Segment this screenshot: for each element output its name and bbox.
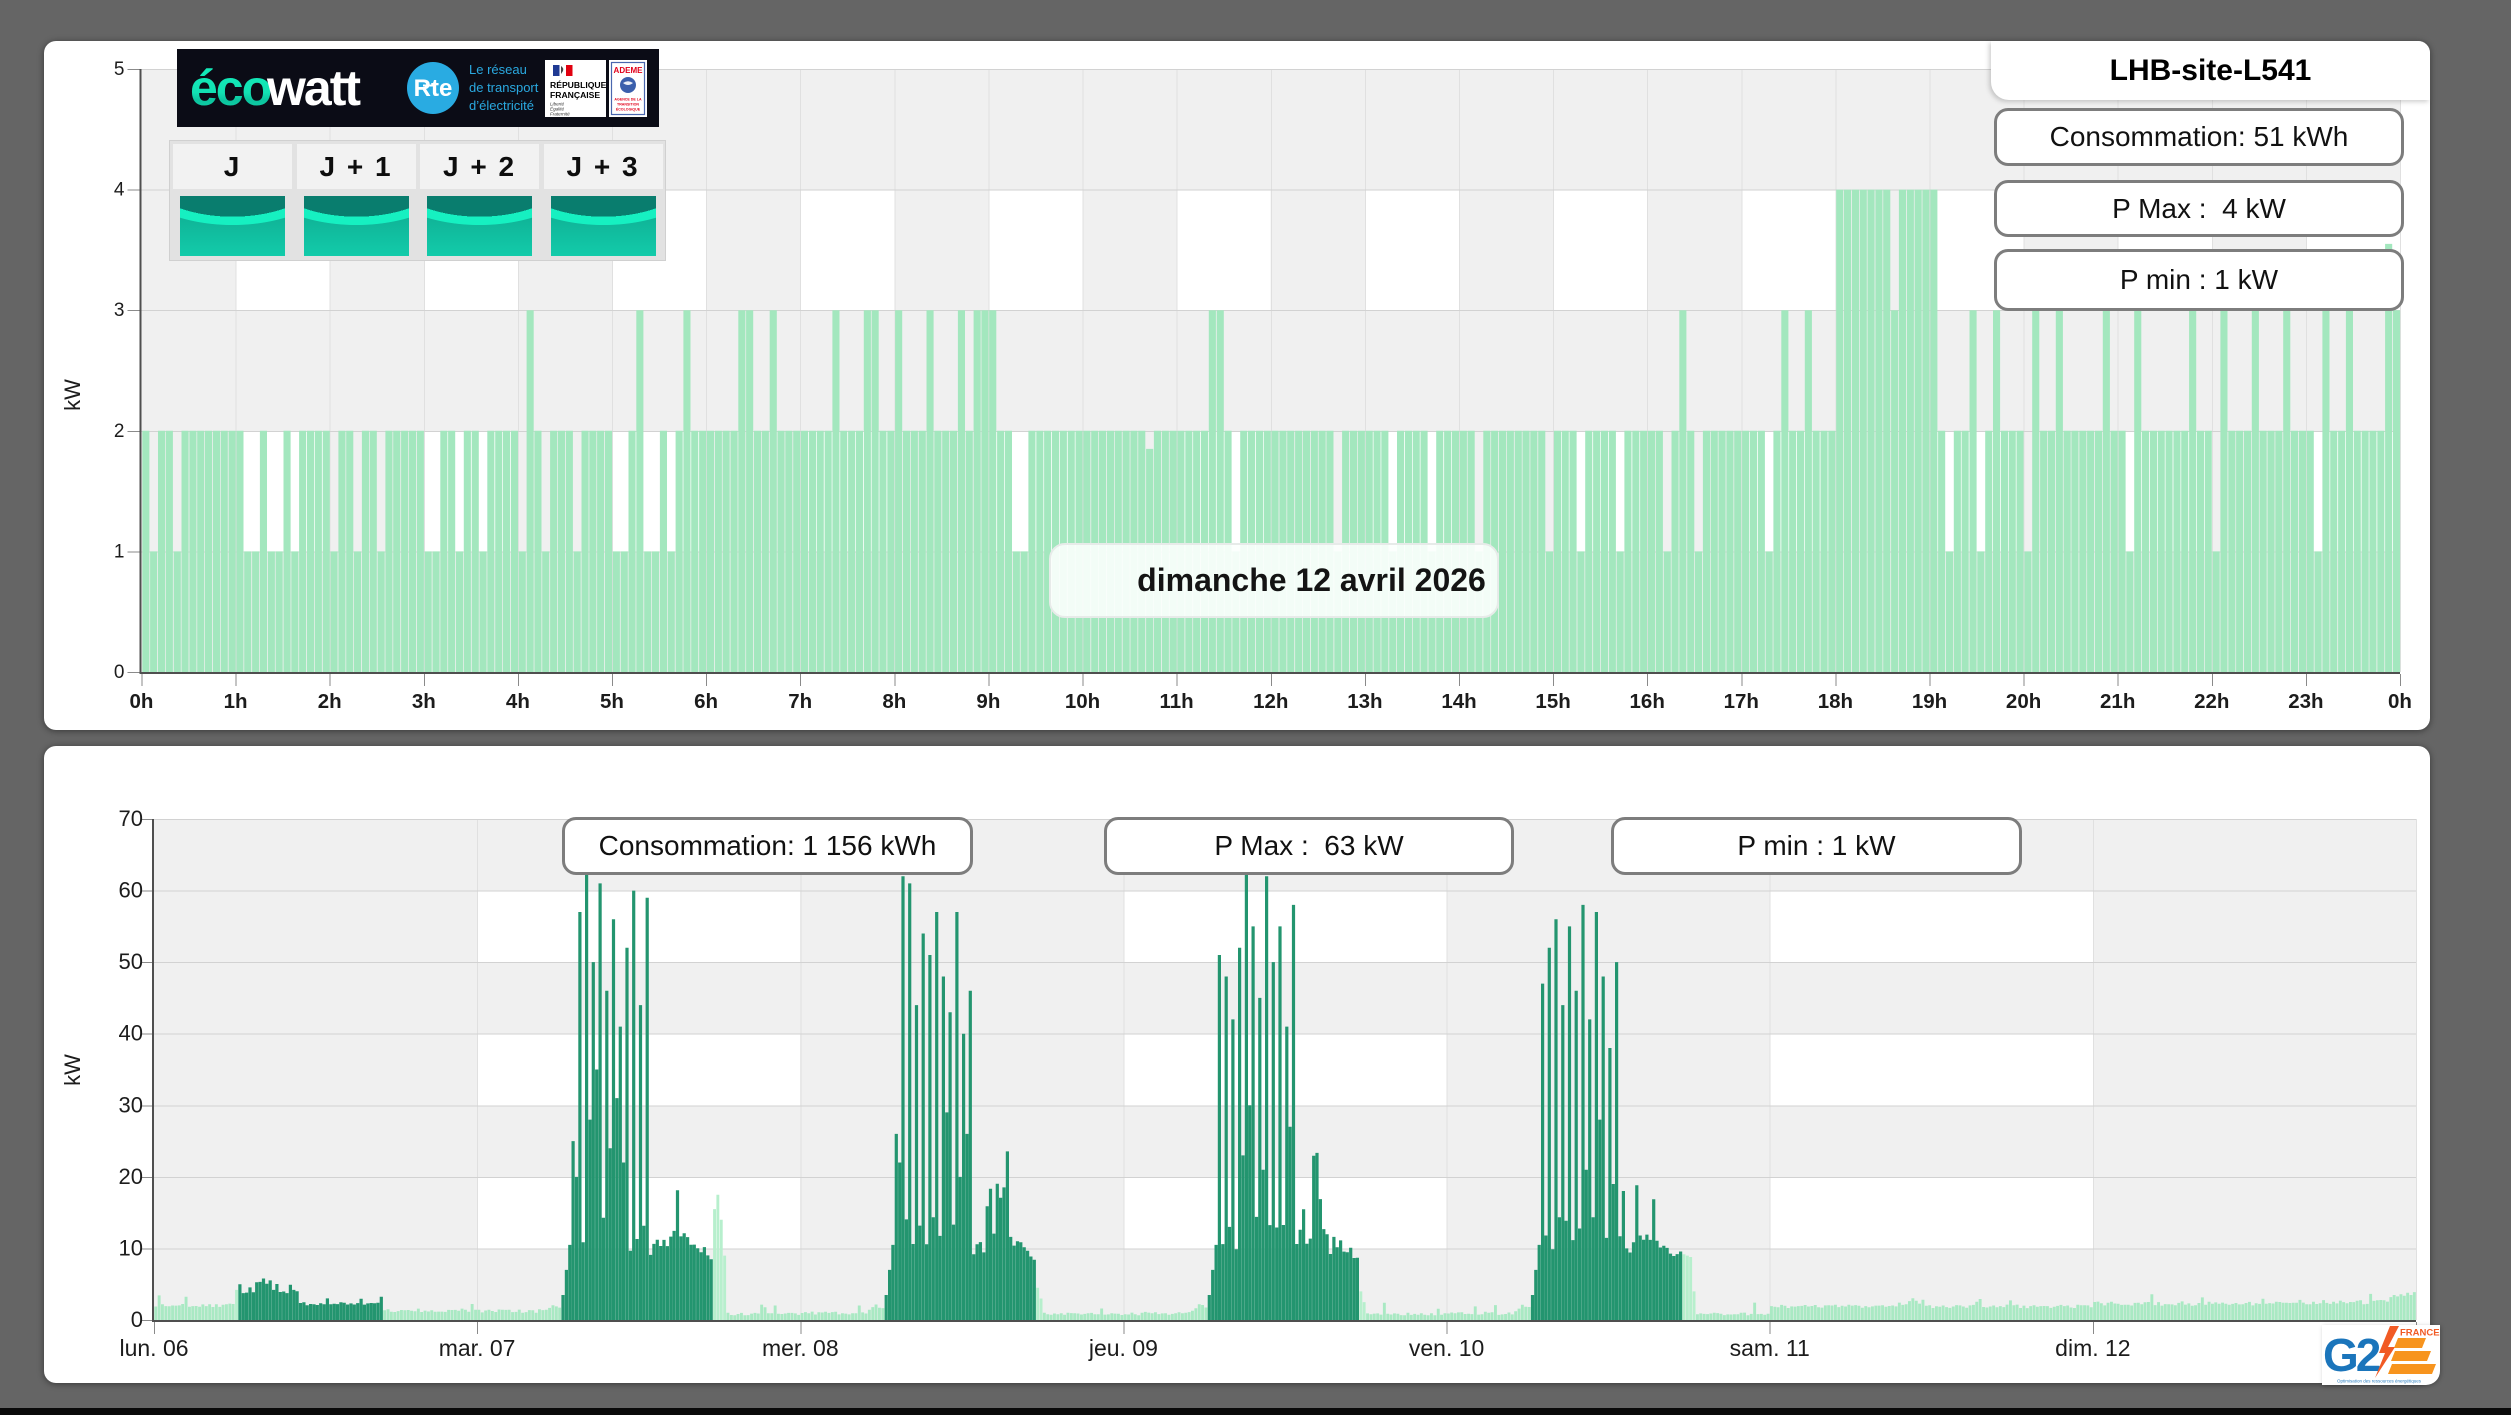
- svg-text:50: 50: [119, 949, 143, 974]
- svg-text:3: 3: [114, 300, 125, 321]
- svg-text:0: 0: [131, 1307, 143, 1332]
- svg-text:RÉPUBLIQUE: RÉPUBLIQUE: [550, 80, 607, 90]
- svg-text:mer. 08: mer. 08: [762, 1335, 839, 1361]
- svg-text:d’électricité: d’électricité: [469, 98, 534, 113]
- svg-text:23h: 23h: [2288, 690, 2323, 713]
- svg-text:kW: kW: [60, 379, 85, 411]
- svg-text:ÉCOLOGIQUE: ÉCOLOGIQUE: [616, 107, 641, 112]
- svg-text:lun. 06: lun. 06: [119, 1335, 188, 1361]
- svg-text:0h: 0h: [2388, 690, 2412, 713]
- svg-text:8h: 8h: [882, 690, 906, 713]
- svg-text:9h: 9h: [976, 690, 1000, 713]
- svg-text:4h: 4h: [506, 690, 530, 713]
- svg-text:17h: 17h: [1724, 690, 1759, 713]
- svg-text:kW: kW: [60, 1054, 85, 1086]
- svg-text:5h: 5h: [600, 690, 624, 713]
- svg-text:40: 40: [119, 1021, 143, 1046]
- svg-text:14h: 14h: [1441, 690, 1476, 713]
- svg-text:Le réseau: Le réseau: [469, 62, 527, 77]
- svg-text:12h: 12h: [1253, 690, 1288, 713]
- svg-text:10: 10: [119, 1235, 143, 1260]
- svg-text:22h: 22h: [2194, 690, 2229, 713]
- svg-text:watt: watt: [266, 60, 361, 116]
- svg-text:FRANÇAISE: FRANÇAISE: [550, 90, 600, 100]
- svg-text:Optimisation des ressources én: Optimisation des ressources énergétiques: [2337, 1379, 2422, 1384]
- svg-text:20h: 20h: [2006, 690, 2041, 713]
- svg-text:ven. 10: ven. 10: [1409, 1335, 1484, 1361]
- svg-text:3h: 3h: [412, 690, 436, 713]
- svg-text:AGENCE DE LA: AGENCE DE LA: [614, 98, 642, 102]
- svg-text:19h: 19h: [1912, 690, 1947, 713]
- svg-text:éco: éco: [190, 60, 271, 116]
- svg-text:G2: G2: [2323, 1329, 2380, 1381]
- svg-text:ADEME: ADEME: [614, 66, 644, 75]
- svg-text:jeu. 09: jeu. 09: [1088, 1335, 1158, 1361]
- svg-text:Fraternité: Fraternité: [550, 112, 570, 117]
- svg-text:FRANCE: FRANCE: [2400, 1328, 2440, 1339]
- svg-text:de transport: de transport: [469, 80, 539, 95]
- svg-text:0h: 0h: [130, 690, 154, 713]
- svg-text:7h: 7h: [788, 690, 812, 713]
- svg-text:15h: 15h: [1535, 690, 1570, 713]
- svg-text:4: 4: [114, 180, 125, 201]
- svg-text:2h: 2h: [318, 690, 342, 713]
- svg-text:21h: 21h: [2100, 690, 2135, 713]
- svg-text:Rte: Rte: [414, 75, 453, 102]
- svg-text:13h: 13h: [1347, 690, 1382, 713]
- svg-text:1h: 1h: [224, 690, 248, 713]
- svg-text:60: 60: [119, 878, 143, 903]
- svg-text:sam. 11: sam. 11: [1730, 1335, 1810, 1361]
- svg-text:6h: 6h: [694, 690, 718, 713]
- svg-text:mar. 07: mar. 07: [439, 1335, 516, 1361]
- svg-text:2: 2: [114, 421, 125, 442]
- svg-text:70: 70: [119, 806, 143, 831]
- svg-text:20: 20: [119, 1164, 143, 1189]
- svg-text:11h: 11h: [1159, 690, 1193, 713]
- svg-text:dim. 12: dim. 12: [2055, 1335, 2130, 1361]
- svg-text:10h: 10h: [1065, 690, 1100, 713]
- svg-text:1: 1: [114, 541, 125, 562]
- svg-text:0: 0: [114, 662, 125, 683]
- svg-text:TRANSITION: TRANSITION: [617, 103, 639, 107]
- svg-text:5: 5: [114, 59, 125, 80]
- svg-text:16h: 16h: [1630, 690, 1665, 713]
- svg-text:30: 30: [119, 1092, 143, 1117]
- svg-text:18h: 18h: [1818, 690, 1853, 713]
